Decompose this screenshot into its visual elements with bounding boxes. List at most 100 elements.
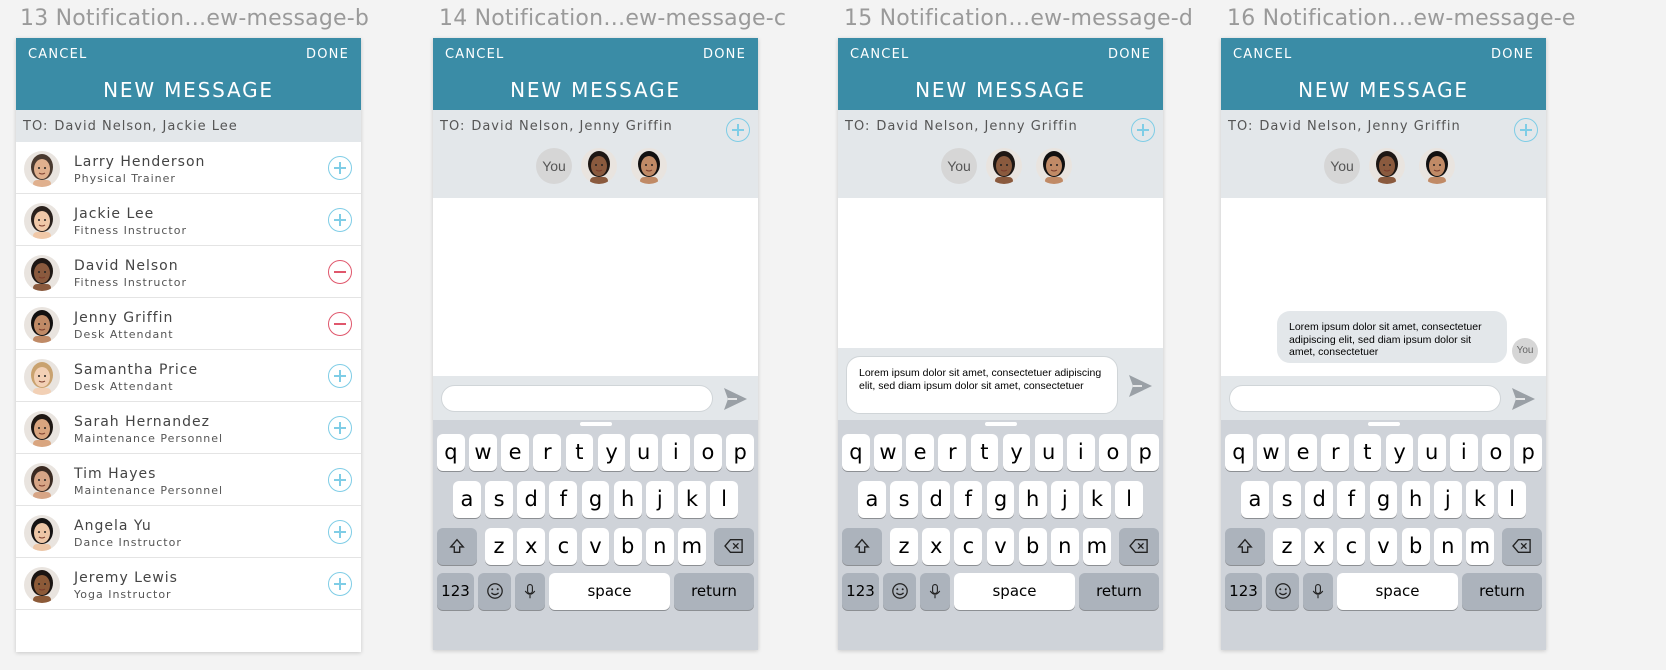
contact-row[interactable]: Larry Henderson Physical Trainer [16, 142, 361, 194]
contact-row[interactable]: David Nelson Fitness Instructor [16, 246, 361, 298]
key-i[interactable]: i [1449, 434, 1478, 471]
key-c[interactable]: c [954, 528, 983, 565]
add-recipient-icon[interactable] [1131, 118, 1155, 142]
key-c[interactable]: c [1337, 528, 1366, 565]
contact-row[interactable]: Samantha Price Desk Attendant [16, 350, 361, 402]
key-d[interactable]: d [517, 481, 546, 518]
cancel-button[interactable]: CANCEL [445, 47, 504, 62]
key-p[interactable]: p [726, 434, 754, 471]
key-v[interactable]: v [986, 528, 1015, 565]
key-b[interactable]: b [613, 528, 642, 565]
contact-row[interactable]: Sarah Hernandez Maintenance Personnel [16, 402, 361, 454]
key-m[interactable]: m [1466, 528, 1494, 565]
recipients-line[interactable]: TO: David Nelson, Jenny Griffin [845, 119, 1078, 134]
key-l[interactable]: l [710, 481, 738, 518]
key-o[interactable]: o [1482, 434, 1510, 471]
key-w[interactable]: w [469, 434, 497, 471]
key-h[interactable]: h [1401, 481, 1430, 518]
contact-row[interactable]: Jeremy Lewis Yoga Instructor [16, 558, 361, 610]
numbers-key[interactable]: 123 [1225, 573, 1262, 610]
remove-contact-icon[interactable] [328, 312, 352, 336]
key-t[interactable]: t [1353, 434, 1382, 471]
key-s[interactable]: s [890, 481, 918, 518]
done-button[interactable]: DONE [703, 47, 746, 62]
key-r[interactable]: r [1321, 434, 1350, 471]
emoji-key[interactable] [1266, 573, 1299, 610]
dictation-key[interactable] [515, 573, 545, 610]
key-j[interactable]: j [645, 481, 674, 518]
space-key[interactable]: space [549, 573, 670, 610]
key-n[interactable]: n [645, 528, 674, 565]
key-t[interactable]: t [565, 434, 594, 471]
delete-key[interactable] [713, 528, 754, 565]
key-p[interactable]: p [1131, 434, 1159, 471]
key-b[interactable]: b [1401, 528, 1430, 565]
key-o[interactable]: o [694, 434, 722, 471]
key-v[interactable]: v [581, 528, 610, 565]
key-h[interactable]: h [1018, 481, 1047, 518]
emoji-key[interactable] [478, 573, 511, 610]
key-d[interactable]: d [922, 481, 951, 518]
key-l[interactable]: l [1498, 481, 1526, 518]
shift-key[interactable] [1225, 528, 1266, 565]
recipients-bar[interactable]: TO: David Nelson, Jackie Lee [16, 110, 361, 142]
key-c[interactable]: c [549, 528, 578, 565]
contact-row[interactable]: Tim Hayes Maintenance Personnel [16, 454, 361, 506]
add-contact-icon[interactable] [328, 416, 352, 440]
add-contact-icon[interactable] [328, 572, 352, 596]
key-y[interactable]: y [597, 434, 626, 471]
return-key[interactable]: return [674, 573, 754, 610]
space-key[interactable]: space [954, 573, 1075, 610]
key-i[interactable]: i [661, 434, 690, 471]
key-f[interactable]: f [1337, 481, 1366, 518]
add-contact-icon[interactable] [328, 156, 352, 180]
key-r[interactable]: r [533, 434, 562, 471]
recipients-line[interactable]: TO: David Nelson, Jenny Griffin [440, 119, 673, 134]
key-v[interactable]: v [1369, 528, 1398, 565]
key-f[interactable]: f [954, 481, 983, 518]
key-x[interactable]: x [922, 528, 951, 565]
numbers-key[interactable]: 123 [842, 573, 879, 610]
add-recipient-icon[interactable] [1514, 118, 1538, 142]
key-m[interactable]: m [1083, 528, 1111, 565]
key-g[interactable]: g [581, 481, 610, 518]
numbers-key[interactable]: 123 [437, 573, 474, 610]
key-n[interactable]: n [1050, 528, 1079, 565]
contact-row[interactable]: Jackie Lee Fitness Instructor [16, 194, 361, 246]
key-g[interactable]: g [986, 481, 1015, 518]
key-j[interactable]: j [1050, 481, 1079, 518]
key-w[interactable]: w [874, 434, 902, 471]
done-button[interactable]: DONE [1491, 47, 1534, 62]
key-k[interactable]: k [1083, 481, 1111, 518]
add-contact-icon[interactable] [328, 208, 352, 232]
return-key[interactable]: return [1462, 573, 1542, 610]
key-s[interactable]: s [1273, 481, 1301, 518]
key-h[interactable]: h [613, 481, 642, 518]
key-z[interactable]: z [890, 528, 918, 565]
key-d[interactable]: d [1305, 481, 1334, 518]
return-key[interactable]: return [1079, 573, 1159, 610]
key-w[interactable]: w [1257, 434, 1285, 471]
recipients-line[interactable]: TO: David Nelson, Jenny Griffin [1228, 119, 1461, 134]
key-e[interactable]: e [906, 434, 934, 471]
key-x[interactable]: x [1305, 528, 1334, 565]
key-s[interactable]: s [485, 481, 513, 518]
key-q[interactable]: q [1225, 434, 1253, 471]
key-z[interactable]: z [485, 528, 513, 565]
key-x[interactable]: x [517, 528, 546, 565]
contact-row[interactable]: Angela Yu Dance Instructor [16, 506, 361, 558]
delete-key[interactable] [1118, 528, 1159, 565]
dictation-key[interactable] [1303, 573, 1333, 610]
key-u[interactable]: u [1417, 434, 1446, 471]
cancel-button[interactable]: CANCEL [28, 47, 87, 62]
key-z[interactable]: z [1273, 528, 1301, 565]
key-k[interactable]: k [1466, 481, 1494, 518]
dictation-key[interactable] [920, 573, 950, 610]
key-u[interactable]: u [1034, 434, 1063, 471]
key-e[interactable]: e [501, 434, 529, 471]
key-y[interactable]: y [1385, 434, 1414, 471]
message-input[interactable]: Lorem ipsum dolor sit amet, consectetuer… [846, 356, 1118, 414]
key-m[interactable]: m [678, 528, 706, 565]
key-u[interactable]: u [629, 434, 658, 471]
emoji-key[interactable] [883, 573, 916, 610]
